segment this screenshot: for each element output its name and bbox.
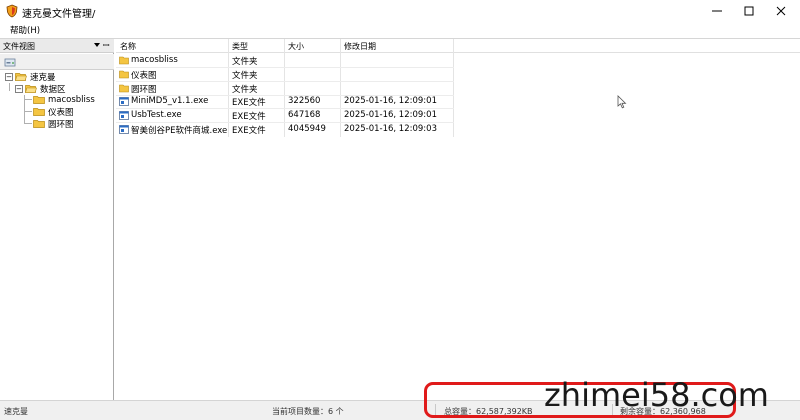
tree-node-macosbliss[interactable]: macosbliss bbox=[33, 94, 95, 106]
list-item[interactable]: 圆环图 文件夹 bbox=[116, 82, 800, 95]
drive-icon[interactable] bbox=[4, 56, 16, 68]
file-date: 2025-01-16, 12:09:01 bbox=[344, 96, 437, 106]
mouse-cursor-icon bbox=[617, 95, 627, 109]
tree-connector bbox=[9, 83, 10, 91]
dropdown-arrow-icon[interactable] bbox=[94, 43, 100, 47]
file-name: 仪表图 bbox=[131, 71, 157, 81]
app-shield-icon bbox=[6, 4, 18, 18]
column-header-size[interactable]: 大小 bbox=[288, 41, 304, 52]
list-item[interactable]: 仪表图 文件夹 bbox=[116, 68, 800, 81]
file-name: 智美创谷PE软件商城.exe bbox=[131, 126, 228, 136]
file-type: 文件夹 bbox=[232, 85, 258, 95]
column-header-name[interactable]: 名称 bbox=[120, 41, 136, 52]
file-type: EXE文件 bbox=[232, 126, 266, 136]
exe-icon bbox=[119, 125, 129, 134]
file-type: 文件夹 bbox=[232, 57, 258, 67]
file-name: MiniMD5_v1.1.exe bbox=[131, 96, 209, 106]
column-header-date[interactable]: 修改日期 bbox=[344, 41, 376, 52]
file-name: UsbTest.exe bbox=[131, 110, 182, 120]
tree-pane-title: 文件视图 bbox=[3, 42, 35, 51]
file-name: 圆环图 bbox=[131, 85, 157, 95]
list-item[interactable]: macosbliss 文件夹 bbox=[116, 54, 800, 67]
tree-node-label: macosbliss bbox=[48, 95, 95, 105]
file-date: 2025-01-16, 12:09:03 bbox=[344, 124, 437, 134]
folder-icon bbox=[119, 70, 129, 79]
tree-toolbar bbox=[0, 54, 114, 70]
close-icon bbox=[776, 6, 786, 16]
watermark: zhimei58.com bbox=[544, 376, 769, 414]
folder-icon bbox=[33, 96, 45, 104]
maximize-button[interactable] bbox=[732, 0, 766, 22]
folder-open-icon bbox=[15, 73, 27, 81]
window-title: 速克曼文件管理/ bbox=[22, 9, 96, 20]
tree-node-label: 圆环图 bbox=[48, 120, 74, 130]
pin-icon[interactable]: ꟷ bbox=[103, 40, 110, 51]
collapse-icon[interactable]: − bbox=[5, 73, 13, 81]
folder-icon bbox=[119, 56, 129, 65]
tree-node-gauge[interactable]: 仪表图 bbox=[33, 106, 74, 118]
file-size: 322560 bbox=[288, 96, 321, 106]
minimize-icon bbox=[712, 10, 722, 12]
exe-icon bbox=[119, 111, 129, 120]
file-type: EXE文件 bbox=[232, 112, 266, 122]
tree-connector bbox=[24, 99, 32, 100]
list-item[interactable]: UsbTest.exe EXE文件 647168 2025-01-16, 12:… bbox=[116, 109, 800, 122]
folder-open-icon bbox=[25, 85, 37, 93]
title-bar: 速克曼文件管理/ bbox=[0, 0, 800, 22]
file-size: 4045949 bbox=[288, 124, 326, 134]
menu-bar: 帮助(H) bbox=[0, 22, 800, 38]
tree-node-donut[interactable]: 圆环图 bbox=[33, 118, 74, 130]
folder-icon bbox=[33, 120, 45, 128]
file-type: EXE文件 bbox=[232, 98, 266, 108]
status-item-count: 当前项目数量：6 个 bbox=[272, 407, 344, 416]
file-type: 文件夹 bbox=[232, 71, 258, 81]
tree-connector bbox=[24, 123, 32, 124]
file-name: macosbliss bbox=[131, 55, 178, 65]
file-tree-pane: 文件视图 ꟷ − 速克曼 − 数据区 macosbliss 仪表图 圆环图 bbox=[0, 39, 114, 400]
column-header-type[interactable]: 类型 bbox=[232, 41, 248, 52]
close-button[interactable] bbox=[764, 0, 798, 22]
tree-node-label: 速克曼 bbox=[30, 73, 56, 83]
collapse-icon[interactable]: − bbox=[15, 85, 23, 93]
tree-node-label: 仪表图 bbox=[48, 108, 74, 118]
exe-icon bbox=[119, 97, 129, 106]
file-size: 647168 bbox=[288, 110, 321, 120]
list-item[interactable]: MiniMD5_v1.1.exe EXE文件 322560 2025-01-16… bbox=[116, 95, 800, 108]
list-item[interactable]: 智美创谷PE软件商城.exe EXE文件 4045949 2025-01-16,… bbox=[116, 123, 800, 136]
file-date: 2025-01-16, 12:09:01 bbox=[344, 110, 437, 120]
folder-icon bbox=[33, 108, 45, 116]
tree-node-root[interactable]: − 速克曼 bbox=[5, 71, 56, 83]
status-location: 速克曼 bbox=[4, 407, 28, 416]
menu-help[interactable]: 帮助(H) bbox=[10, 24, 40, 36]
list-header: 名称 类型 大小 修改日期 bbox=[116, 39, 800, 53]
minimize-button[interactable] bbox=[700, 0, 734, 22]
folder-icon bbox=[119, 84, 129, 93]
maximize-icon bbox=[744, 6, 754, 16]
tree-pane-header: 文件视图 ꟷ bbox=[0, 39, 114, 53]
tree-connector bbox=[24, 111, 32, 112]
file-list-pane: 名称 类型 大小 修改日期 macosbliss 文件夹 仪表图 文件夹 圆环图… bbox=[116, 39, 800, 400]
